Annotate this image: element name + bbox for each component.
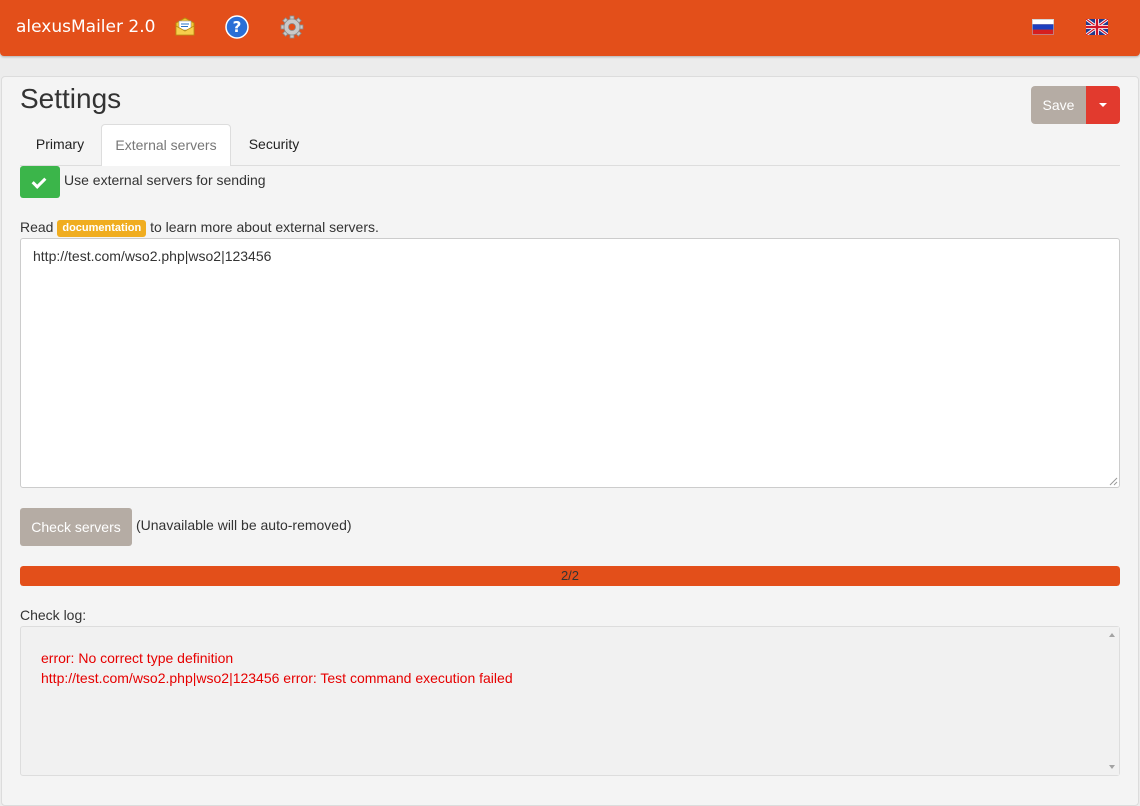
log-lines: error: No correct type definition http:/… [41, 648, 513, 688]
documentation-link[interactable]: documentation [57, 220, 147, 237]
page-title: Settings [20, 83, 122, 114]
servers-textarea[interactable] [20, 238, 1120, 488]
use-external-servers-checkbox[interactable] [20, 166, 60, 198]
log-line: http://test.com/wso2.php|wso2|123456 err… [41, 670, 513, 686]
english-flag-icon[interactable] [1085, 17, 1109, 37]
svg-text:?: ? [233, 18, 242, 36]
auto-remove-note: (Unavailable will be auto-removed) [136, 517, 352, 533]
help-icon[interactable]: ? [224, 14, 250, 40]
check-log-label: Check log: [20, 607, 87, 623]
check-servers-button[interactable]: Check servers [20, 508, 132, 546]
russian-flag-icon[interactable] [1032, 19, 1054, 35]
progress-text: 2/2 [560, 568, 580, 583]
mail-icon[interactable] [172, 14, 198, 40]
settings-gear-icon[interactable] [279, 14, 305, 40]
scroll-up-arrow-icon[interactable] [1109, 633, 1115, 637]
scroll-down-arrow-icon[interactable] [1109, 765, 1115, 769]
save-button-group: Save [1031, 86, 1120, 124]
resize-grip-icon[interactable] [1108, 476, 1118, 486]
use-external-servers-label: Use external servers for sending [64, 172, 266, 188]
app-title[interactable]: alexusMailer 2.0 [16, 16, 155, 38]
check-log-box[interactable]: error: No correct type definition http:/… [20, 626, 1120, 776]
read-prefix: Read [20, 219, 54, 235]
save-dropdown-toggle[interactable] [1086, 86, 1120, 124]
check-progress-bar: 2/2 [20, 566, 1120, 586]
read-suffix: to learn more about external servers. [150, 219, 379, 235]
log-scrollbar[interactable] [1105, 627, 1119, 775]
log-line: error: No correct type definition [41, 650, 234, 666]
save-button[interactable]: Save [1031, 86, 1086, 124]
tab-security[interactable]: Security [236, 124, 312, 165]
tab-primary[interactable]: Primary [20, 124, 100, 165]
top-navbar: alexusMailer 2.0 ? [0, 0, 1140, 56]
documentation-hint: Read documentation to learn more about e… [20, 219, 379, 237]
tab-external-servers[interactable]: External servers [101, 124, 231, 166]
